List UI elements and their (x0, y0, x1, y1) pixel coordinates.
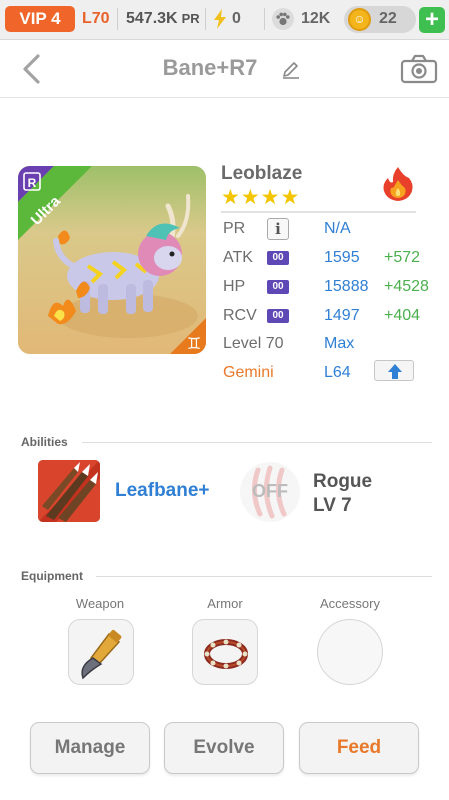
paw-count: 12K (301, 10, 331, 27)
status-bar: VIP 4 L70 547.3K PR 0 12K ☺ 22 + (0, 0, 449, 40)
gemini-level: L64 (324, 364, 351, 381)
divider (82, 442, 432, 443)
player-level: L70 (82, 10, 110, 27)
class-level: LV 7 (313, 495, 352, 516)
creature-portrait[interactable]: R Ultra ♊ (18, 166, 206, 354)
class-name: Rogue (313, 471, 373, 492)
armor-slot[interactable] (192, 619, 258, 685)
armor-label: Armor (207, 596, 243, 611)
atk-bonus: +572 (384, 249, 421, 266)
hp-value: 15888 (324, 278, 369, 295)
ability-name[interactable]: Leafbane+ (115, 480, 210, 502)
spiked-collar-icon (204, 639, 248, 669)
weapon-label: Weapon (75, 596, 125, 611)
power-value: 547.3K (126, 10, 178, 27)
rcv-label: RCV (223, 307, 257, 324)
accessory-slot[interactable] (317, 619, 383, 685)
hp-bonus: +4528 (384, 278, 429, 295)
star-rating: ★★★★ (221, 186, 301, 209)
coin-count: 22 (379, 10, 397, 27)
rcv-bonus: +404 (384, 307, 421, 324)
divider (221, 211, 416, 213)
vip-badge[interactable]: VIP 4 (5, 6, 75, 32)
class-info: Rogue LV 7 (313, 470, 372, 518)
creature-image (18, 166, 206, 354)
camera-icon[interactable] (400, 54, 438, 84)
weapon-slot[interactable] (68, 619, 134, 685)
up-arrow-icon (388, 364, 402, 379)
atk-label: ATK (223, 249, 253, 266)
class-slot-state: OFF (252, 481, 288, 501)
power-rating: 547.3K PR (126, 7, 200, 31)
manage-button[interactable]: Manage (30, 722, 150, 774)
atk-enhance-chip: 00 (267, 251, 289, 265)
claw-slash-icon (38, 460, 100, 522)
page-header: Bane+R7 (0, 40, 449, 98)
paw-icon (272, 8, 294, 30)
equipment-section-title: Equipment (21, 569, 83, 583)
divider (264, 8, 265, 30)
energy-count: 0 (232, 10, 241, 27)
page-title: Bane+R7 (162, 55, 258, 80)
creature-name: Leoblaze (221, 163, 303, 184)
level-value: Max (324, 335, 355, 352)
accessory-label: Accessory (320, 596, 380, 611)
hp-label: HP (223, 278, 246, 295)
pr-info-button[interactable]: i (267, 218, 289, 240)
monster-detail-screen: VIP 4 L70 547.3K PR 0 12K ☺ 22 + Bane+R7… (0, 0, 449, 800)
energy-bolt-icon (214, 9, 226, 29)
divider (96, 576, 432, 577)
abilities-section-title: Abilities (21, 435, 68, 449)
edit-pencil-icon[interactable] (281, 59, 301, 79)
add-coins-button[interactable]: + (419, 7, 445, 33)
claw-weapon-icon (81, 629, 122, 680)
rcv-enhance-chip: 00 (267, 309, 289, 323)
upgrade-sign-button[interactable] (374, 360, 414, 381)
coin-icon: ☺ (348, 8, 371, 31)
back-chevron-icon[interactable] (18, 53, 46, 85)
fire-element-icon (383, 167, 413, 201)
divider (205, 8, 206, 30)
gemini-label: Gemini (223, 364, 274, 381)
ability-icon[interactable] (38, 460, 100, 522)
evolve-button[interactable]: Evolve (164, 722, 284, 774)
level-label: Level 70 (223, 335, 284, 352)
divider (117, 8, 118, 30)
power-unit: PR (181, 11, 200, 26)
pr-value: N/A (324, 220, 351, 237)
feed-button[interactable]: Feed (299, 722, 419, 774)
pr-label: PR (223, 220, 246, 237)
hp-enhance-chip: 00 (267, 280, 289, 294)
rcv-value: 1497 (324, 307, 360, 324)
atk-value: 1595 (324, 249, 360, 266)
